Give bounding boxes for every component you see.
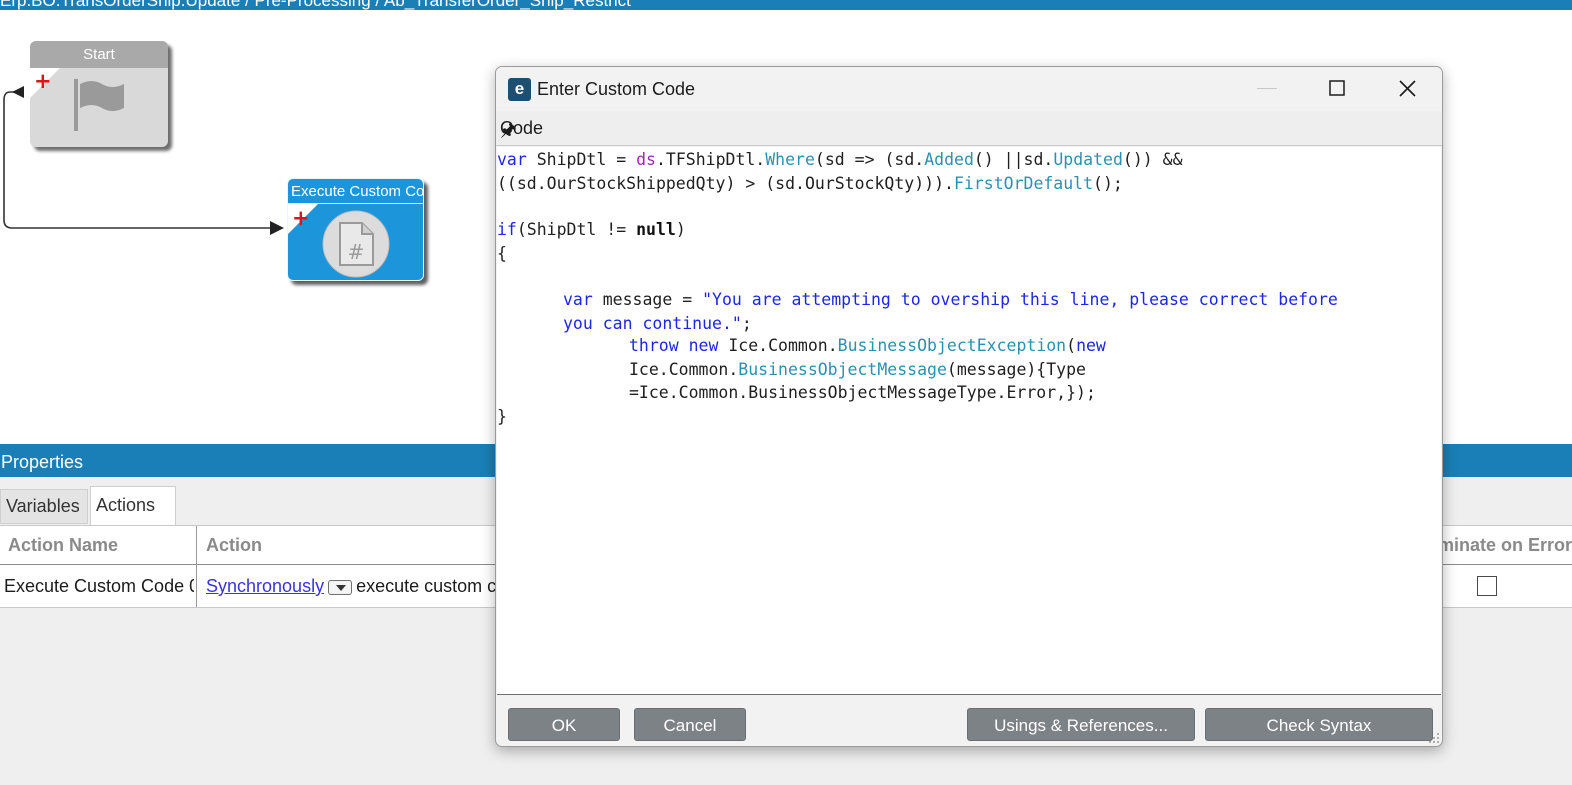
code-line: var message = "You are attempting to ove…: [563, 290, 1338, 309]
flag-icon: [74, 79, 124, 131]
mode-dropdown-icon[interactable]: [328, 579, 353, 595]
execute-custom-code-node[interactable]: Execute Custom Code 0 + #: [287, 178, 424, 281]
code-line: if(ShipDtl != null): [497, 220, 686, 239]
terminate-on-error-checkbox[interactable]: [1477, 576, 1497, 596]
table-row-action-name[interactable]: Execute Custom Code 0: [4, 566, 194, 606]
tab-variables[interactable]: Variables: [0, 489, 88, 524]
cancel-button[interactable]: Cancel: [634, 708, 746, 741]
code-file-icon: #: [322, 210, 390, 278]
properties-title: Properties: [1, 452, 84, 472]
code-line: throw new Ice.Common.BusinessObjectExcep…: [629, 336, 1106, 355]
code-line: }: [497, 407, 507, 426]
dialog-title: Enter Custom Code: [537, 79, 696, 99]
add-icon[interactable]: +: [292, 208, 310, 229]
code-editor[interactable]: var ShipDtl = ds.TFShipDtl.Where(sd => (…: [497, 147, 1441, 695]
maximize-icon: [1329, 80, 1345, 96]
start-node-title: Start: [30, 41, 168, 68]
code-line: Ice.Common.BusinessObjectMessage(message…: [629, 360, 1086, 379]
start-node[interactable]: Start +: [30, 41, 168, 147]
ok-button[interactable]: OK: [508, 708, 620, 741]
app-logo-icon: e: [508, 78, 531, 101]
table-row-action[interactable]: Synchronously execute custom code: [206, 566, 506, 606]
breadcrumb: Erp.BO.TransOrderShip.Update / Pre-Proce…: [0, 0, 631, 10]
code-line: {: [497, 244, 507, 263]
breadcrumb-bar: Erp.BO.TransOrderShip.Update / Pre-Proce…: [0, 0, 1572, 10]
execute-node-title: Execute Custom Code 0: [288, 179, 423, 204]
code-line: var ShipDtl = ds.TFShipDtl.Where(sd => (…: [497, 150, 1183, 169]
code-line: you can continue.";: [563, 314, 752, 333]
maximize-button[interactable]: [1302, 67, 1372, 111]
resize-grip-icon[interactable]: [1428, 732, 1440, 744]
code-line: ((sd.OurStockShippedQty) > (sd.OurStockQ…: [497, 174, 1123, 193]
action-description: execute custom code: [356, 576, 506, 596]
dialog-title-bar[interactable]: e Enter Custom Code: [496, 67, 1442, 111]
column-header-terminate-clip: Terminate on Error: [1442, 526, 1572, 564]
synchronously-link[interactable]: Synchronously: [206, 576, 324, 596]
column-header-action-name[interactable]: Action Name: [0, 526, 196, 564]
pin-icon[interactable]: 🖈: [500, 118, 517, 148]
tab-actions[interactable]: Actions: [90, 486, 176, 525]
close-button[interactable]: [1372, 67, 1442, 111]
column-header-terminate-on-error[interactable]: Terminate on Error: [1442, 526, 1572, 564]
enter-custom-code-dialog: e Enter Custom Code Code 🖈 var ShipDtl =…: [495, 66, 1443, 747]
usings-references-button[interactable]: Usings & References...: [967, 708, 1195, 741]
code-line: =Ice.Common.BusinessObjectMessageType.Er…: [629, 383, 1096, 402]
add-icon[interactable]: +: [34, 71, 52, 92]
code-panel-header: Code 🖈: [496, 111, 1442, 146]
svg-text:#: #: [348, 240, 365, 264]
close-icon: [1399, 80, 1416, 97]
check-syntax-button[interactable]: Check Syntax: [1205, 708, 1433, 741]
minimize-button[interactable]: [1232, 67, 1302, 111]
